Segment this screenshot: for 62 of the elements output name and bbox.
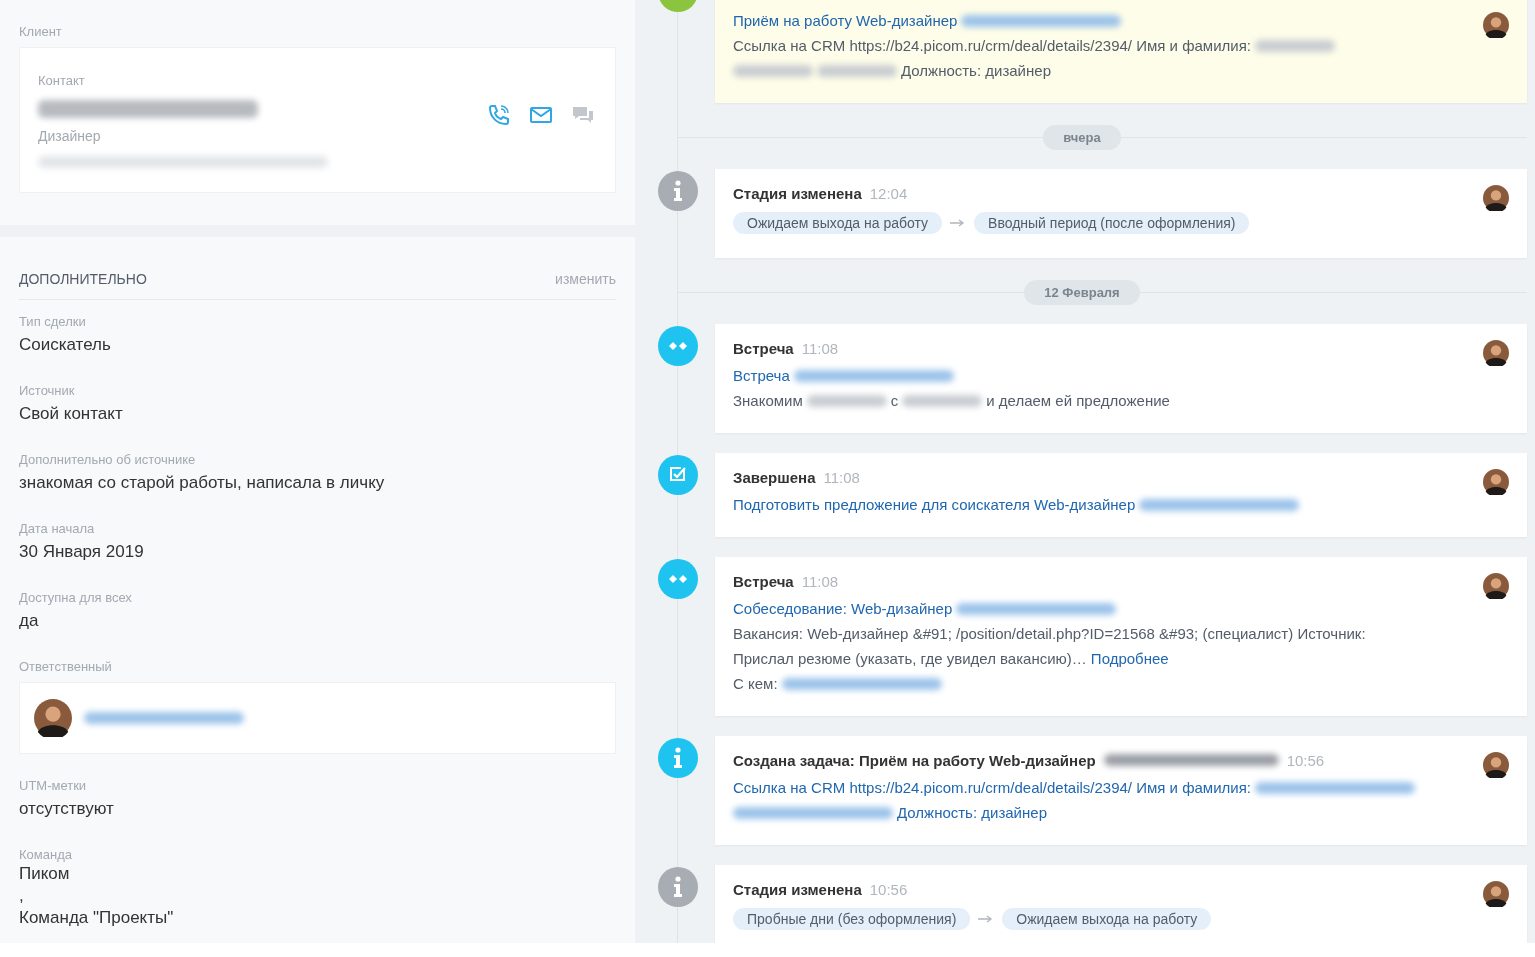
field-label: Доступна для всех xyxy=(19,590,132,605)
event-time: 10:56 xyxy=(1286,752,1325,769)
stage-tag: Ожидаем выхода на работу xyxy=(733,212,943,234)
field-label: Дата начала xyxy=(19,521,95,536)
event-text: и делаем ей предложение xyxy=(986,392,1170,409)
field-label: UTM-метки xyxy=(19,778,87,793)
event-link[interactable]: Встреча xyxy=(733,367,790,384)
field-value: да xyxy=(19,611,39,631)
event-text: С кем: xyxy=(733,675,778,692)
field-value: Команда "Проекты" xyxy=(19,908,174,928)
event-link[interactable]: Подробнее xyxy=(1090,650,1169,667)
event-text: с xyxy=(890,392,899,409)
info-icon xyxy=(658,867,698,907)
section-label: Клиент xyxy=(19,24,63,39)
event-title: Стадия изменена xyxy=(733,881,862,898)
event-title: Создана задача: Приём на работу Web-дизайнер xyxy=(733,752,1096,769)
event-time: 10:56 xyxy=(869,881,908,898)
field-label: Источник xyxy=(19,383,75,398)
event-text: Знакомим xyxy=(733,392,803,409)
stage-tag: Ожидаем выхода на работу xyxy=(1002,908,1212,930)
event-title: Встреча xyxy=(733,340,794,357)
stage-tag: Вводный период (после оформления) xyxy=(974,212,1250,234)
field-value: Соискатель xyxy=(19,335,111,355)
field-value: , xyxy=(19,886,24,906)
event-title: Стадия изменена xyxy=(733,185,862,202)
event-text: Прислал резюме (указать, где увидел вакансию)… xyxy=(733,650,1087,667)
info-icon xyxy=(658,738,698,778)
field-label: Дополнительно об источнике xyxy=(19,452,196,467)
event-title: Встреча xyxy=(733,573,794,590)
event-link[interactable]: Ссылка на CRM https://b24.picom.ru/crm/deal/details/2394/ Имя и фамилия: xyxy=(733,779,1251,796)
event-text: Должность: дизайнер xyxy=(901,62,1051,79)
info-icon xyxy=(658,171,698,211)
event-link[interactable]: Приём на работу Web-дизайнер xyxy=(733,12,958,29)
event-link[interactable]: Должность: дизайнер xyxy=(897,804,1047,821)
contact-position: Дизайнер xyxy=(38,128,101,144)
field-label: Ответственный xyxy=(19,659,112,674)
event-text: Вакансия: Web-дизайнер &#91; /position/detail.php?ID=21568 &#93; (специалист) Источник: xyxy=(733,625,1366,642)
section-title: ДОПОЛНИТЕЛЬНО xyxy=(19,271,147,287)
arrows-icon xyxy=(658,326,698,366)
event-link[interactable]: Собеседование: Web-дизайнер xyxy=(733,600,953,617)
field-label: Контакт xyxy=(38,73,85,88)
field-value: знакомая со старой работы, написала в личку xyxy=(19,473,385,493)
event-title: Завершена xyxy=(733,469,816,486)
event-time: 11:08 xyxy=(801,573,839,590)
date-label: вчера xyxy=(1043,124,1121,150)
event-time: 12:04 xyxy=(869,185,908,202)
event-time: 11:08 xyxy=(801,340,839,357)
field-value: отсутствуют xyxy=(19,799,114,819)
event-text: Ссылка на CRM https://b24.picom.ru/crm/deal/details/2394/ Имя и фамилия: xyxy=(733,37,1251,54)
event-time: 11:08 xyxy=(823,469,860,486)
date-label: 12 Февраля xyxy=(1024,279,1140,305)
field-label: Тип сделки xyxy=(19,314,86,329)
arrows-icon xyxy=(658,559,698,599)
checkbox-icon xyxy=(658,455,698,495)
field-value: 30 Января 2019 xyxy=(19,542,144,562)
stage-tag: Пробные дни (без оформления) xyxy=(733,908,971,930)
phone-icon[interactable] xyxy=(487,103,511,127)
field-value: Свой контакт xyxy=(19,404,123,424)
event-link[interactable]: Подготовить предложение для соискателя Web-дизайнер xyxy=(733,496,1136,513)
field-label: Команда xyxy=(19,847,72,862)
field-value: Пиком xyxy=(19,864,70,884)
avatar-icon xyxy=(34,699,72,737)
